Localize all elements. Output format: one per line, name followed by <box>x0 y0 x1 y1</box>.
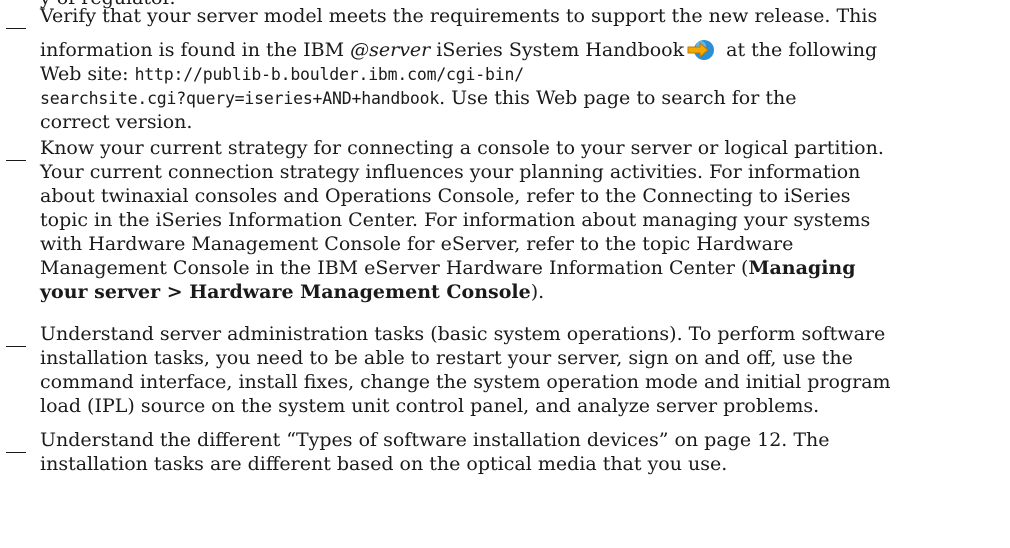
item-text: Understand server administration tasks (… <box>40 322 1005 418</box>
line: Verify that your server model meets the … <box>40 5 878 27</box>
bold-term: Managing <box>748 257 856 279</box>
eserver-mark: @server <box>350 39 431 61</box>
line: installation tasks are different based o… <box>40 453 728 475</box>
external-link-icon[interactable] <box>686 34 716 60</box>
line: Web site: http://publib-b.boulder.ibm.co… <box>40 63 525 85</box>
item-text: Verify that your server model meets the … <box>40 4 1005 134</box>
line: correct version. <box>40 111 193 133</box>
line: Understand server administration tasks (… <box>40 323 886 345</box>
bold-term: your server > Hardware Management Consol… <box>40 281 531 303</box>
checklist-blank <box>6 346 26 347</box>
item-text: Understand the different “Types of softw… <box>40 428 1005 476</box>
line: about twinaxial consoles and Operations … <box>40 185 851 207</box>
line: Management Console in the IBM eServer Ha… <box>40 257 856 279</box>
checklist-blank <box>6 452 26 453</box>
line: Understand the different “Types of softw… <box>40 429 830 451</box>
line: Know your current strategy for connectin… <box>40 137 884 159</box>
checklist-blank <box>6 160 26 161</box>
line: your server > Hardware Management Consol… <box>40 281 545 303</box>
line: topic in the iSeries Information Center.… <box>40 209 871 231</box>
checklist-blank <box>6 28 26 29</box>
url-link[interactable]: http://publib-b.boulder.ibm.com/cgi-bin/ <box>135 65 525 84</box>
document-page: y of regulator. Verify that your server … <box>0 0 1010 548</box>
line: Your current connection strategy influen… <box>40 161 861 183</box>
line: command interface, install fixes, change… <box>40 371 891 393</box>
line: searchsite.cgi?query=iseries+AND+handboo… <box>40 87 797 109</box>
line: information is found in the IBM @server … <box>40 28 1005 62</box>
line: with Hardware Management Console for eSe… <box>40 233 794 255</box>
item-text: Know your current strategy for connectin… <box>40 136 1005 304</box>
line: load (IPL) source on the system unit con… <box>40 395 820 417</box>
line: installation tasks, you need to be able … <box>40 347 853 369</box>
url-link[interactable]: searchsite.cgi?query=iseries+AND+handboo… <box>40 89 439 108</box>
